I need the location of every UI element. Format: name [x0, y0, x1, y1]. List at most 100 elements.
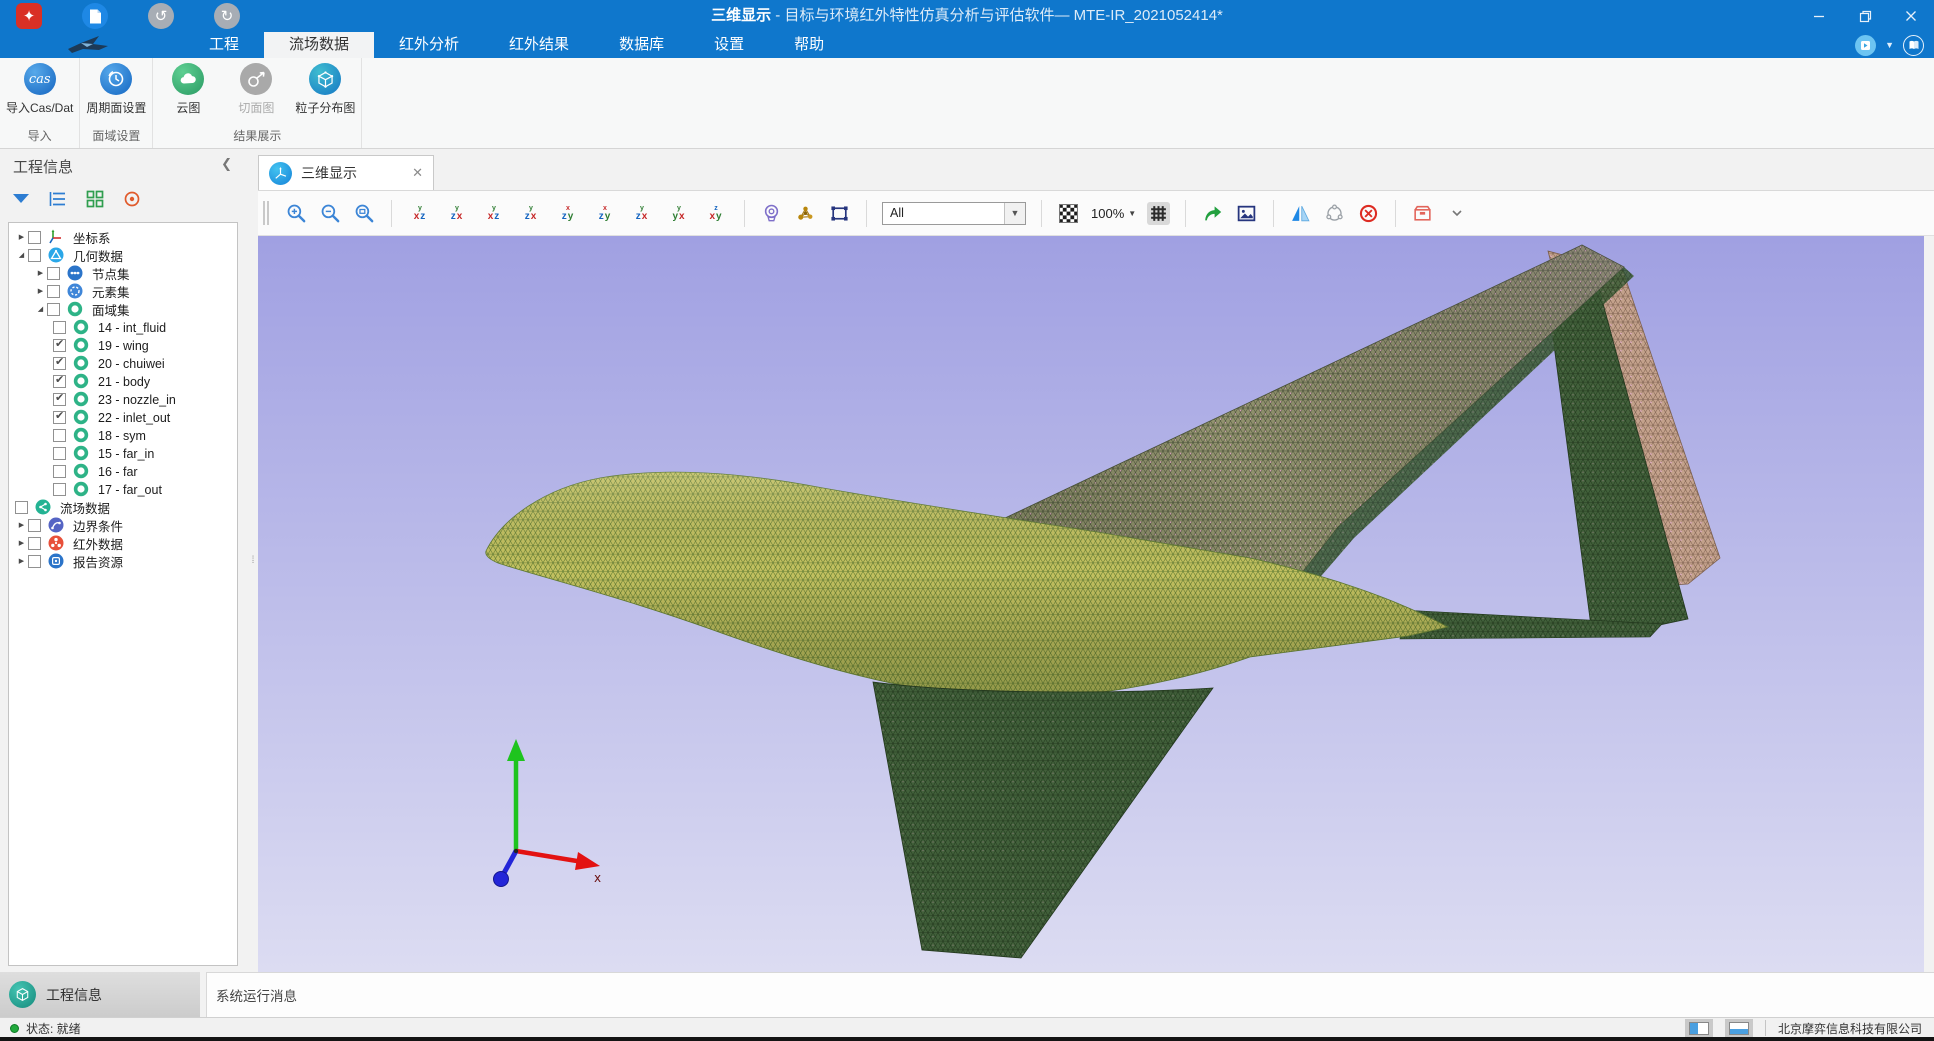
toolbar-drag-handle[interactable]: [263, 201, 269, 225]
close-button[interactable]: [1888, 0, 1934, 32]
tree-row-13[interactable]: 16 - far: [9, 462, 237, 480]
tree-label[interactable]: 16 - far: [98, 464, 138, 479]
export-arrow-icon[interactable]: [1201, 202, 1224, 225]
tree-checkbox[interactable]: [53, 411, 66, 424]
expander-open-icon[interactable]: ◢: [34, 305, 47, 313]
tree-label[interactable]: 几何数据: [73, 245, 123, 265]
zoom-in-icon[interactable]: [285, 202, 308, 225]
tree-label[interactable]: 20 - chuiwei: [98, 356, 165, 371]
menu-tab-6[interactable]: 帮助: [769, 32, 849, 58]
tree-label[interactable]: 22 - inlet_out: [98, 410, 170, 425]
display-filter-combo[interactable]: All▼: [882, 202, 1026, 225]
expander-closed-icon[interactable]: ▶: [15, 233, 28, 241]
grid-view-icon[interactable]: [85, 189, 105, 209]
tree-label[interactable]: 23 - nozzle_in: [98, 392, 176, 407]
tree-label[interactable]: 17 - far_out: [98, 482, 162, 497]
project-info-bottom-tab[interactable]: 工程信息: [0, 972, 200, 1017]
tree-row-11[interactable]: 18 - sym: [9, 426, 237, 444]
zoom-out-icon[interactable]: [319, 202, 342, 225]
save-view-icon[interactable]: [1411, 202, 1434, 225]
layout-left-panel-button[interactable]: [1685, 1019, 1713, 1037]
tree-row-7[interactable]: 20 - chuiwei: [9, 354, 237, 372]
tree-row-3[interactable]: ▶ 元素集: [9, 282, 237, 300]
tree-row-6[interactable]: 19 - wing: [9, 336, 237, 354]
locate-icon[interactable]: [122, 189, 142, 209]
tree-label[interactable]: 节点集: [92, 263, 130, 283]
tree-label[interactable]: 报告资源: [73, 551, 123, 571]
tree-checkbox[interactable]: [53, 321, 66, 334]
view-iso3-button[interactable]: zxy: [703, 201, 729, 225]
tree-row-15[interactable]: 流场数据: [9, 498, 237, 516]
layout-bottom-panel-button[interactable]: [1725, 1019, 1753, 1037]
cloud-display-icon[interactable]: [1323, 202, 1346, 225]
panel-splitter[interactable]: ⁞: [248, 149, 258, 972]
zoom-fit-icon[interactable]: [353, 202, 376, 225]
restore-button[interactable]: [1842, 0, 1888, 32]
tree-checkbox[interactable]: [53, 357, 66, 370]
tree-row-9[interactable]: 23 - nozzle_in: [9, 390, 237, 408]
tree-label[interactable]: 21 - body: [98, 374, 150, 389]
zoom-level-dropdown[interactable]: 100%▼: [1091, 206, 1136, 221]
ribbon-button-particle[interactable]: 粒子分布图: [295, 63, 355, 116]
menu-dropdown-caret[interactable]: ▼: [1885, 40, 1894, 50]
tree-row-14[interactable]: 17 - far_out: [9, 480, 237, 498]
combo-caret-icon[interactable]: ▼: [1004, 203, 1025, 224]
expander-closed-icon[interactable]: ▶: [34, 287, 47, 295]
tree-checkbox[interactable]: [53, 339, 66, 352]
menu-tab-3[interactable]: 红外结果: [484, 32, 594, 58]
tree-label[interactable]: 元素集: [92, 281, 130, 301]
ribbon-button-cloud[interactable]: 云图: [159, 63, 217, 116]
redo-button-icon[interactable]: ↻: [214, 3, 240, 29]
tree-row-0[interactable]: ▶ 坐标系: [9, 228, 237, 246]
tree-checkbox[interactable]: [47, 303, 60, 316]
tree-checkbox[interactable]: [53, 429, 66, 442]
tree-row-4[interactable]: ◢面域集: [9, 300, 237, 318]
tree-label[interactable]: 18 - sym: [98, 428, 146, 443]
view-iso1-button[interactable]: yzx: [629, 201, 655, 225]
tree-checkbox[interactable]: [53, 483, 66, 496]
projection-lamp-icon[interactable]: [760, 202, 783, 225]
snapshot-icon[interactable]: [1235, 202, 1258, 225]
minimize-button[interactable]: [1796, 0, 1842, 32]
ribbon-button-cas[interactable]: cas导入Cas/Dat: [6, 63, 73, 116]
tree-row-2[interactable]: ▶节点集: [9, 264, 237, 282]
tree-checkbox[interactable]: [15, 501, 28, 514]
tree-checkbox[interactable]: [28, 555, 41, 568]
tree-checkbox[interactable]: [47, 285, 60, 298]
tab-3d-view[interactable]: 三维显示 ✕: [258, 155, 434, 190]
view-iso2-button[interactable]: yyx: [666, 201, 692, 225]
tree-row-1[interactable]: ◢ 几何数据: [9, 246, 237, 264]
tree-row-17[interactable]: ▶红外数据: [9, 534, 237, 552]
tree-row-16[interactable]: ▶边界条件: [9, 516, 237, 534]
view-front-button[interactable]: yxz: [407, 201, 433, 225]
tree-checkbox[interactable]: [28, 519, 41, 532]
tree-row-10[interactable]: 22 - inlet_out: [9, 408, 237, 426]
tree-checkbox[interactable]: [28, 249, 41, 262]
panel-collapse-button[interactable]: ❮: [221, 156, 232, 172]
mirror-icon[interactable]: [1289, 202, 1312, 225]
viewport-3d[interactable]: x: [258, 236, 1924, 972]
tree-checkbox[interactable]: [47, 267, 60, 280]
view-right-button[interactable]: yzx: [518, 201, 544, 225]
expander-open-icon[interactable]: ◢: [15, 251, 28, 259]
tree-row-5[interactable]: 14 - int_fluid: [9, 318, 237, 336]
checkerboard-icon[interactable]: [1057, 202, 1080, 225]
tree-checkbox[interactable]: [53, 447, 66, 460]
view-left-button[interactable]: yxz: [481, 201, 507, 225]
tab-close-icon[interactable]: ✕: [412, 165, 423, 181]
expander-closed-icon[interactable]: ▶: [15, 557, 28, 565]
save-view-caret[interactable]: [1445, 202, 1468, 225]
tree-checkbox[interactable]: [28, 537, 41, 550]
grid-toggle-icon[interactable]: [1147, 202, 1170, 225]
outline-list-icon[interactable]: [48, 189, 68, 209]
tree-label[interactable]: 14 - int_fluid: [98, 320, 166, 335]
tree-checkbox[interactable]: [28, 231, 41, 244]
new-document-button-icon[interactable]: [82, 3, 108, 29]
notification-icon[interactable]: [1855, 35, 1876, 56]
tree-label[interactable]: 坐标系: [73, 227, 111, 247]
tree-row-12[interactable]: 15 - far_in: [9, 444, 237, 462]
help-icon[interactable]: [1903, 35, 1924, 56]
view-bottom-button[interactable]: xzy: [592, 201, 618, 225]
ribbon-button-clock[interactable]: 周期面设置: [86, 63, 146, 116]
undo-button-icon[interactable]: ↺: [148, 3, 174, 29]
